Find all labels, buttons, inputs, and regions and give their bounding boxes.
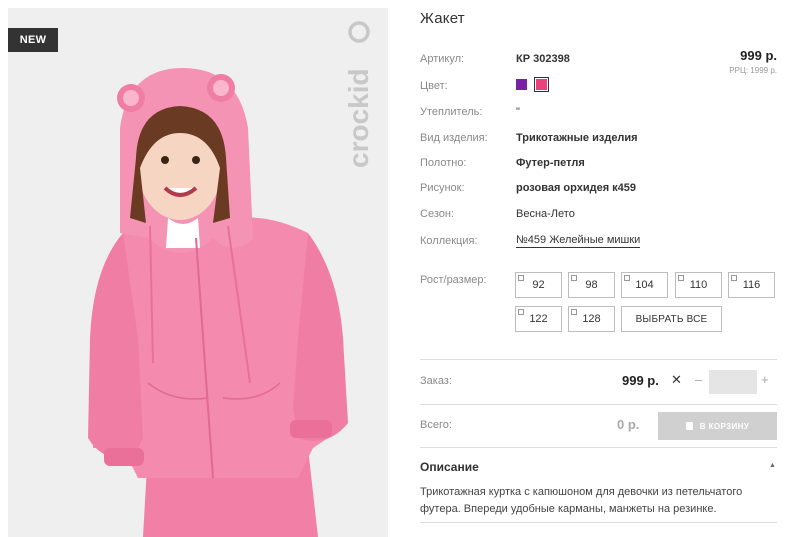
size-check-icon bbox=[518, 275, 524, 281]
size-check-icon bbox=[571, 275, 577, 281]
description-text: Трикотажная куртка с капюшоном для девоч… bbox=[420, 486, 743, 515]
detail-row-color: Цвет: bbox=[420, 77, 551, 93]
detail-value: КР 302398 bbox=[516, 53, 570, 65]
order-label: Заказ: bbox=[420, 375, 452, 387]
size-label: 92 bbox=[532, 279, 545, 291]
qty-decrement-button[interactable]: – bbox=[695, 372, 702, 387]
detail-label: Полотно: bbox=[420, 157, 467, 169]
detail-label: Вид изделия: bbox=[420, 132, 488, 144]
quantity-input[interactable] bbox=[709, 370, 757, 394]
new-badge: NEW bbox=[8, 28, 58, 52]
order-price: 999 р. bbox=[622, 373, 659, 388]
detail-label: Цвет: bbox=[420, 80, 448, 92]
detail-row-collection: Коллекция: №459 Желейные мишки bbox=[420, 234, 641, 248]
select-all-sizes-button[interactable]: ВЫБРАТЬ ВСЕ bbox=[621, 306, 722, 332]
detail-value: Футер-петля bbox=[516, 157, 585, 169]
color-swatch-purple[interactable] bbox=[516, 79, 527, 90]
size-button-92[interactable]: 92 bbox=[515, 272, 562, 298]
size-check-icon bbox=[518, 309, 524, 315]
total-label: Всего: bbox=[420, 419, 452, 431]
size-label: 98 bbox=[585, 279, 598, 291]
detail-label: Утеплитель: bbox=[420, 106, 483, 118]
product-image bbox=[8, 8, 388, 537]
detail-label: Рисунок: bbox=[420, 182, 465, 194]
description-title[interactable]: Описание bbox=[420, 460, 479, 474]
collection-link[interactable]: №459 Желейные мишки bbox=[516, 234, 641, 248]
detail-row-fabric: Полотно: Футер-петля bbox=[420, 157, 585, 169]
detail-value: " bbox=[516, 106, 520, 118]
brand-logo: crockid bbox=[343, 20, 374, 170]
product-price: 999 р. bbox=[740, 48, 777, 63]
size-check-icon bbox=[731, 275, 737, 281]
color-swatch-pink[interactable] bbox=[534, 77, 550, 92]
cart-icon bbox=[685, 422, 693, 430]
size-label: 116 bbox=[742, 279, 761, 291]
size-check-icon bbox=[571, 309, 577, 315]
add-to-cart-label: В КОРЗИНУ bbox=[699, 421, 750, 431]
detail-value: Трикотажные изделия bbox=[516, 132, 638, 144]
size-check-icon bbox=[624, 275, 630, 281]
size-button-122[interactable]: 122 bbox=[515, 306, 562, 332]
price-block: 999 р. РРЦ: 1999 р. bbox=[729, 48, 777, 75]
size-label: 128 bbox=[582, 313, 601, 325]
size-label: 122 bbox=[529, 313, 548, 325]
divider bbox=[420, 522, 777, 523]
add-to-cart-button[interactable]: В КОРЗИНУ bbox=[658, 412, 777, 440]
divider bbox=[420, 447, 777, 448]
qty-increment-button[interactable]: + bbox=[761, 372, 769, 387]
size-label: 110 bbox=[689, 279, 708, 291]
detail-row-season: Сезон: Весна-Лето bbox=[420, 208, 575, 220]
detail-value: розовая орхидея к459 bbox=[516, 182, 637, 194]
product-title: Жакет bbox=[420, 10, 465, 27]
detail-label: Коллекция: bbox=[420, 235, 478, 247]
color-swatches bbox=[516, 77, 551, 93]
size-button-128[interactable]: 128 bbox=[568, 306, 615, 332]
rrc-price: РРЦ: 1999 р. bbox=[729, 66, 777, 75]
size-button-110[interactable]: 110 bbox=[675, 272, 722, 298]
collapse-icon[interactable]: ▲ bbox=[769, 462, 776, 469]
brand-logo-text: crockid bbox=[344, 68, 374, 168]
size-label: 104 bbox=[635, 279, 654, 291]
sizes-label: Рост/размер: bbox=[420, 274, 487, 286]
detail-label: Артикул: bbox=[420, 53, 465, 65]
size-button-116[interactable]: 116 bbox=[728, 272, 775, 298]
multiply-icon: ✕ bbox=[671, 372, 682, 387]
divider bbox=[420, 359, 777, 360]
detail-label: Сезон: bbox=[420, 208, 454, 220]
product-photo[interactable]: NEW crockid bbox=[8, 8, 388, 537]
detail-row-print: Рисунок: розовая орхидея к459 bbox=[420, 182, 636, 194]
size-button-98[interactable]: 98 bbox=[568, 272, 615, 298]
total-value: 0 р. bbox=[617, 417, 640, 432]
size-button-104[interactable]: 104 bbox=[621, 272, 668, 298]
detail-row-insulation: Утеплитель: " bbox=[420, 106, 520, 118]
detail-row-product-type: Вид изделия: Трикотажные изделия bbox=[420, 132, 638, 144]
detail-row-article: Артикул: КР 302398 bbox=[420, 53, 570, 65]
detail-value: Весна-Лето bbox=[516, 208, 575, 220]
divider bbox=[420, 404, 777, 405]
size-check-icon bbox=[678, 275, 684, 281]
